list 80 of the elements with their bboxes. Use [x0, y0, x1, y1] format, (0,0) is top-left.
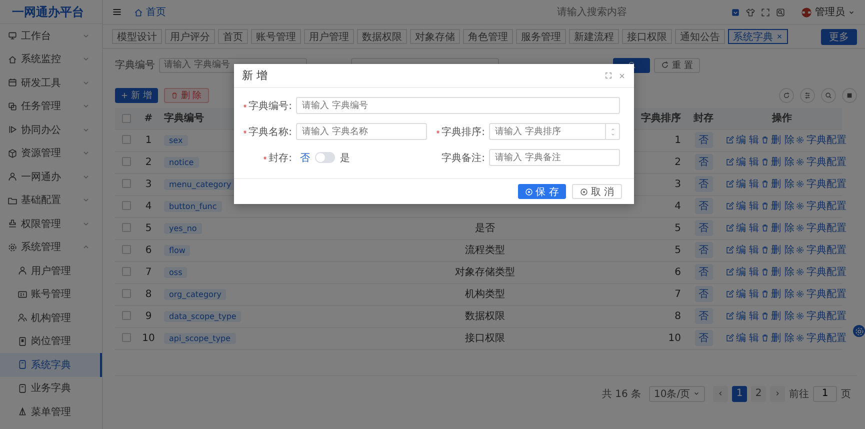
row-index: 1 [145, 134, 152, 146]
sealed-tag: 否 [694, 220, 712, 236]
sealed-tag: 否 [694, 308, 712, 324]
row-index: 9 [145, 310, 152, 322]
switch-on-label: 是 [340, 152, 350, 164]
column-header: # [144, 112, 153, 124]
dict-name: 数据权限 [465, 311, 505, 322]
sealed-tag: 否 [694, 264, 712, 280]
sort-value: 8 [674, 310, 681, 322]
menu-label: 系统字典 [31, 358, 72, 372]
row-index: 8 [145, 288, 152, 300]
dict-name: 接口权限 [465, 333, 505, 344]
row-index: 7 [145, 266, 152, 278]
menu-label: 研发工具 [21, 76, 62, 90]
menu-label: 协同办公 [21, 124, 62, 137]
menu-label: 工作台 [21, 30, 52, 43]
sort-value: 4 [674, 200, 681, 212]
dict-code-tag: sex [164, 134, 188, 146]
dict-name: 对象存储类型 [455, 267, 515, 278]
sort-value: 3 [674, 178, 681, 190]
menu-label: 任务管理 [21, 100, 62, 114]
sealed-tag: 否 [694, 198, 712, 214]
menu-label: 业务字典 [31, 382, 72, 396]
row-index: 4 [145, 200, 152, 212]
page-suffix: 页 [841, 388, 851, 400]
menu-label: 基础配置 [21, 194, 62, 208]
sort-value: 7 [674, 288, 681, 300]
dict-code-tag: yes_no [164, 222, 202, 234]
app-logo: 一网通办平台 [0, 0, 102, 24]
row-index: 6 [145, 244, 152, 256]
sealed-tag: 否 [694, 286, 712, 302]
row-index: 3 [145, 178, 152, 190]
sealed-tag: 否 [694, 330, 712, 346]
field-label: 字典备注: [442, 152, 485, 164]
menu-label: 机构管理 [31, 312, 72, 325]
column-header: 操作 [772, 113, 792, 124]
sort-value: 10 [668, 332, 681, 344]
sealed-tag: 否 [694, 154, 712, 170]
dict-code-tag: button_func [164, 200, 222, 212]
field-label: 封存: [268, 152, 292, 164]
dict-name: 流程类型 [465, 245, 505, 256]
sort-value: 6 [674, 266, 681, 278]
menu-label: 权限管理 [21, 218, 62, 231]
row-index: 2 [145, 156, 152, 168]
dict-code-tag: oss [164, 266, 188, 278]
goto-label: 前往 [789, 388, 809, 400]
dict-code-tag: menu_category [164, 178, 236, 190]
menu-label: 资源管理 [21, 147, 62, 160]
column-header: 字典排序 [641, 113, 681, 124]
sealed-tag: 否 [694, 242, 712, 258]
switch-off-label: 否 [300, 152, 310, 164]
sort-value: 2 [674, 156, 681, 168]
menu-label: 系统管理 [21, 240, 62, 254]
row-index: 5 [145, 222, 152, 234]
menu-label: 用户管理 [31, 264, 72, 278]
row-index: 10 [142, 332, 155, 344]
field-label: 字典编号: [248, 100, 292, 112]
column-header: 字典编号 [164, 113, 204, 124]
menu-label: 一网通办 [21, 170, 62, 184]
dict-code-tag: flow [164, 244, 190, 256]
sort-value: 5 [674, 222, 681, 234]
menu-label: 系统监控 [21, 52, 62, 66]
menu-label: 菜单管理 [31, 406, 72, 419]
dict-code-tag: api_scope_type [164, 332, 236, 344]
total-count: 共 16 条 [602, 388, 641, 400]
sealed-tag: 否 [694, 132, 712, 148]
dict-code-tag: org_category [164, 288, 226, 300]
field-label: 字典排序: [442, 126, 485, 138]
sort-value: 5 [674, 244, 681, 256]
dict-code-tag: data_scope_type [164, 310, 242, 322]
column-header: 封存 [694, 113, 714, 124]
field-label: 字典名称: [248, 126, 292, 138]
menu-label: 岗位管理 [31, 334, 72, 348]
sort-value: 1 [674, 134, 681, 146]
field-label: 字典编号 [115, 58, 155, 72]
dict-code-tag: notice [164, 156, 199, 168]
menu-label: 账号管理 [31, 288, 72, 302]
dict-name: 是否 [475, 223, 495, 234]
dict-name: 机构类型 [465, 289, 505, 300]
sealed-tag: 否 [694, 176, 712, 192]
